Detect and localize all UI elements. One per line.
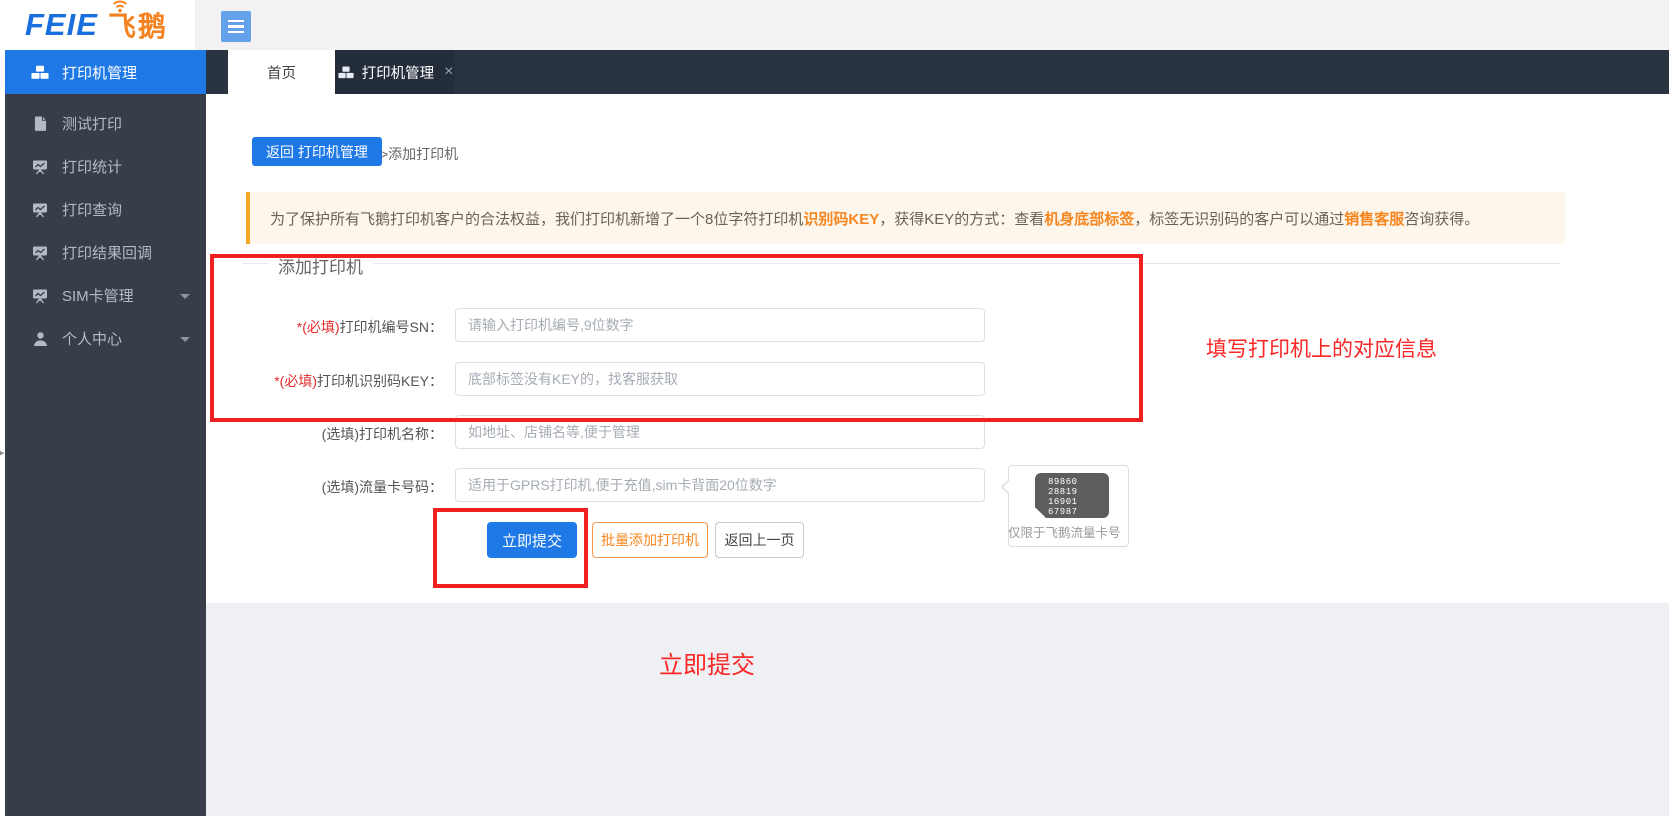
sim-caption: 仅限于飞鹅流量卡号 — [1008, 522, 1121, 541]
cubes-icon — [337, 66, 355, 79]
sidebar-item-sim-management[interactable]: SIM卡管理 — [5, 274, 206, 317]
tab-label: 打印机管理 — [362, 62, 435, 83]
return-previous-button[interactable]: 返回上一页 — [715, 522, 804, 558]
label-text: (选填)流量卡号码： — [322, 479, 443, 495]
sim-number-line: 89860 — [1048, 477, 1109, 487]
label-printer-sn: *(必填)打印机编号SN： — [210, 317, 443, 337]
sim-number-input[interactable] — [455, 468, 985, 502]
tab-printer-management[interactable]: 打印机管理 × — [335, 50, 455, 94]
notice-highlight-key: 识别码KEY — [803, 211, 879, 228]
sidebar-toggle-button[interactable] — [221, 11, 251, 42]
sidebar-item-print-query[interactable]: 打印查询 — [5, 188, 206, 231]
logo-text: FEIE — [25, 7, 98, 43]
sidebar-item-print-stats[interactable]: 打印统计 — [5, 145, 206, 188]
chart-board-icon — [31, 245, 49, 261]
sidebar-item-test-print[interactable]: 测试打印 — [5, 102, 206, 145]
notice-text: 咨询获得。 — [1404, 211, 1479, 228]
sidebar-item-label: 打印结果回调 — [62, 242, 152, 263]
chart-board-icon — [31, 159, 49, 175]
sim-number-line: 16901 — [1048, 497, 1109, 507]
sidebar-item-label: 打印统计 — [62, 156, 122, 177]
required-mark: *(必填) — [274, 373, 317, 389]
chevron-down-icon — [180, 337, 190, 342]
user-icon — [31, 331, 49, 347]
chevron-down-icon — [180, 294, 190, 299]
label-text: 打印机编号SN： — [340, 319, 443, 335]
notice-text: ，获得KEY的方式：查看 — [879, 211, 1044, 228]
label-text: 打印机识别码KEY： — [317, 373, 443, 389]
wifi-signal-icon — [111, 0, 129, 18]
batch-add-button[interactable]: 批量添加打印机 — [592, 522, 708, 558]
logo: FEIE 飞鹅 — [25, 6, 168, 44]
breadcrumb: >添加打印机 — [380, 144, 458, 164]
notice-banner: 为了保护所有飞鹅打印机客户的合法权益，我们打印机新增了一个8位字符打印机识别码K… — [246, 192, 1565, 244]
chart-board-icon — [31, 202, 49, 218]
sidebar-menu: 测试打印 打印统计 打印查询 打印结果回调 SIM卡管理 — [5, 102, 206, 360]
sim-card-image: 89860 28819 16901 67987 — [1035, 473, 1109, 518]
sidebar: 打印机管理 测试打印 打印统计 打印查询 打印结果回调 — [5, 50, 206, 816]
sidebar-item-label: 个人中心 — [62, 328, 122, 349]
sidebar-item-label: 打印机管理 — [62, 62, 137, 83]
tab-close-icon[interactable]: × — [444, 64, 453, 80]
sidebar-item-label: 打印查询 — [62, 199, 122, 220]
submit-button[interactable]: 立即提交 — [487, 522, 577, 558]
sidebar-collapse-handle[interactable]: ▸ — [0, 446, 5, 459]
printer-name-input[interactable] — [455, 415, 985, 449]
required-mark: *(必填) — [297, 319, 340, 335]
tab-label: 首页 — [267, 62, 296, 83]
section-divider — [242, 263, 1560, 264]
notice-text: 为了保护所有飞鹅打印机客户的合法权益，我们打印机新增了一个8位字符打印机 — [270, 211, 803, 228]
sidebar-item-label: 测试打印 — [62, 113, 122, 134]
tab-home[interactable]: 首页 — [228, 50, 335, 94]
printer-key-input[interactable] — [455, 362, 985, 396]
label-text: (选填)打印机名称： — [322, 426, 443, 442]
label-printer-name: (选填)打印机名称： — [210, 424, 443, 444]
header-strip — [195, 0, 1669, 50]
sim-number-line: 28819 — [1048, 487, 1109, 497]
notice-highlight-label: 机身底部标签 — [1044, 211, 1134, 228]
sidebar-item-printer-management[interactable]: 打印机管理 — [5, 50, 206, 94]
back-to-printer-management-button[interactable]: 返回 打印机管理 — [252, 137, 382, 166]
label-sim-number: (选填)流量卡号码： — [210, 477, 443, 497]
main-content-panel — [206, 94, 1669, 603]
file-icon — [31, 116, 49, 131]
printer-sn-input[interactable] — [455, 308, 985, 342]
notice-text: ，标签无识别码的客户可以通过 — [1134, 211, 1344, 228]
app-header: FEIE 飞鹅 — [0, 0, 1669, 50]
sidebar-item-personal-center[interactable]: 个人中心 — [5, 317, 206, 360]
label-printer-key: *(必填)打印机识别码KEY： — [210, 371, 443, 391]
notice-highlight-support: 销售客服 — [1344, 211, 1404, 228]
section-title: 添加打印机 — [268, 253, 373, 278]
tab-bar: 首页 打印机管理 × — [206, 50, 1669, 94]
chart-board-icon — [31, 288, 49, 304]
sidebar-item-label: SIM卡管理 — [62, 285, 134, 306]
sim-card-tooltip: 89860 28819 16901 67987 仅限于飞鹅流量卡号 — [1008, 465, 1129, 547]
cubes-icon — [31, 65, 49, 80]
sidebar-item-print-callback[interactable]: 打印结果回调 — [5, 231, 206, 274]
sim-number-line: 67987 — [1048, 507, 1109, 517]
page-background — [206, 603, 1669, 816]
